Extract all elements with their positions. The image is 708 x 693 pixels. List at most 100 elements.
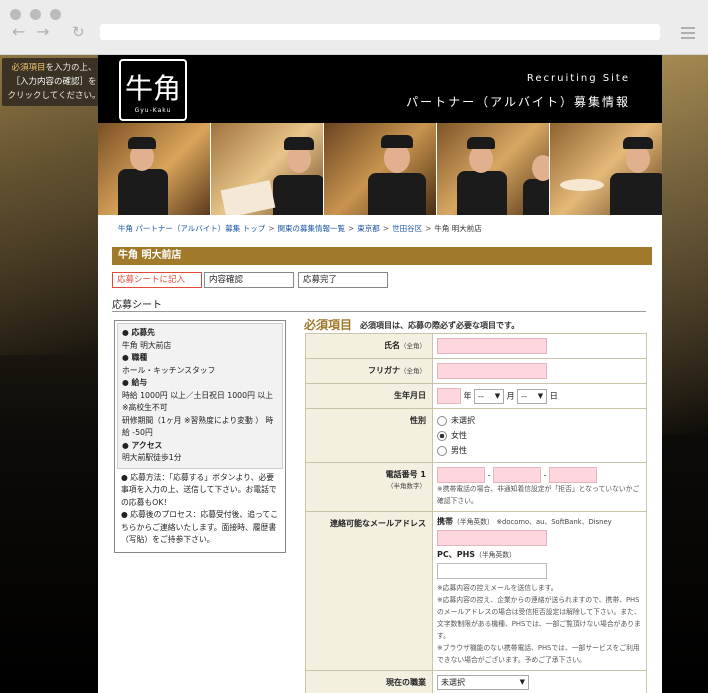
dob-day-value: -- [521, 391, 527, 401]
form-label: フリガナ（全角） [305, 358, 433, 384]
info-label: ● 職種 [122, 353, 148, 362]
phone-dash: - [543, 470, 547, 480]
hamburger-menu-icon[interactable] [681, 27, 695, 42]
radio-checked-icon [437, 430, 447, 441]
info-value: 明大前駅徒歩1分 [122, 453, 182, 462]
email-label: 連絡可能なメールアドレス [330, 519, 426, 528]
dob-year-input[interactable] [437, 388, 461, 404]
dob-day-unit: 日 [549, 391, 558, 401]
pc-email-sub: （半角英数） [475, 551, 516, 559]
forward-arrow-icon[interactable]: → [36, 23, 49, 41]
breadcrumb-link[interactable]: 牛角 パートナー（アルバイト）募集 トップ [118, 224, 265, 233]
instruction-text: クリックしてください。 [7, 91, 101, 101]
application-form: 氏名（全角） フリガナ（全角） 生年月日 年 -- ▼ 月 -- ▼ 日 性別 未選… [305, 333, 647, 693]
pc-email-label: PC、PHS [437, 550, 476, 559]
gyukaku-logo[interactable]: 牛角 Gyu-Kaku [119, 59, 187, 121]
store-name-heading: 牛角 明大前店 [112, 247, 652, 265]
browser-toolbar: ← → ↻ [0, 0, 708, 55]
current-job-select[interactable]: 未選択 ▼ [437, 675, 529, 690]
email-note: ※応募内容の控えメールを送信します。 [437, 584, 558, 592]
gender-option-female[interactable]: 女性 [437, 428, 642, 443]
gender-option-label: 女性 [451, 431, 467, 440]
gender-option-label: 男性 [451, 446, 467, 455]
name-label: 氏名 [384, 341, 400, 350]
window-dot[interactable] [50, 9, 61, 20]
gender-option-male[interactable]: 男性 [437, 443, 642, 458]
instruction-em: ［入力内容の確認］ [11, 77, 88, 87]
recruiting-site-label: Recruiting Site [526, 73, 630, 84]
pc-email-input[interactable] [437, 563, 547, 579]
back-arrow-icon[interactable]: ← [12, 23, 25, 41]
window-dot[interactable] [10, 9, 21, 20]
staff-photo [98, 123, 210, 215]
instruction-text: を入力の上、 [45, 63, 97, 73]
mobile-email-input[interactable] [437, 530, 547, 546]
phone-label: 電話番号 1 [385, 470, 426, 479]
email-note: ※応募内容の控え、企業からの連絡が送られますので、携帯、PHSのメールアドレスの… [437, 596, 641, 640]
gender-label: 性別 [410, 416, 426, 425]
step-confirm: 内容確認 [204, 272, 294, 288]
form-label: 現在の職業 [305, 670, 433, 693]
chevron-down-icon: ▼ [537, 391, 544, 400]
mobile-carriers: ※docomo、au、SoftBank、Disney [496, 518, 612, 526]
mobile-email-sub: （半角英数） [453, 518, 494, 526]
required-title: 必須項目 [304, 318, 353, 332]
phone-input-2[interactable] [492, 467, 541, 483]
staff-photo [550, 123, 662, 215]
current-job-label: 現在の職業 [386, 678, 426, 687]
kana-input[interactable] [437, 363, 547, 379]
form-label: 性別 [305, 408, 433, 463]
form-label: 生年月日 [305, 383, 433, 409]
info-label: ● 応募先 [122, 328, 155, 337]
staff-photo [324, 123, 436, 215]
window-dot[interactable] [30, 9, 41, 20]
logo-text: 牛角 [124, 71, 181, 105]
email-note: ※ブラウザ機能のない携帯電話、PHSでは、一部サービスをご利用できない場合がござ… [437, 644, 640, 664]
breadcrumb: 牛角 パートナー（アルバイト）募集 トップ > 関東の募集情報一覧 > 東京都 > 世田谷区… [118, 223, 482, 234]
job-info-box: ● 応募先 牛角 明大前店 ● 職種 ホール・キッチンスタッフ ● 給与 時給 … [114, 320, 286, 553]
mobile-email-label: 携帯 [437, 517, 453, 526]
instruction-note: 必須項目を入力の上、 ［入力内容の確認］を クリックしてください。 [2, 58, 106, 106]
dob-month-select[interactable]: -- ▼ [474, 388, 505, 404]
current-job-value: 未選択 [441, 678, 465, 687]
dob-year-unit: 年 [463, 391, 472, 401]
phone-input-1[interactable] [437, 467, 485, 483]
application-notes: ● 応募方法：「応募する」ボタンより、必要事項を入力の上、送信して下さい。お電話… [117, 469, 283, 550]
logo-sub: Gyu-Kaku [134, 106, 172, 114]
info-label: ● 給与 [122, 378, 148, 387]
info-label: ● アクセス [122, 440, 163, 450]
info-value: 研修期間（1ヶ月 ※習熟度により変動 ） 時給 -50円 [122, 415, 274, 438]
staff-photo [211, 123, 323, 215]
breadcrumb-separator: > [425, 224, 432, 233]
name-sub: （全角） [400, 342, 426, 350]
gender-option-none[interactable]: 未選択 [437, 413, 642, 428]
breadcrumb-current: 牛角 明大前店 [434, 224, 482, 233]
info-value: ホール・キッチンスタッフ [122, 365, 216, 375]
dob-month-unit: 月 [506, 391, 515, 401]
name-input[interactable] [437, 338, 547, 354]
reload-icon[interactable]: ↻ [72, 23, 85, 41]
breadcrumb-separator: > [268, 224, 275, 233]
breadcrumb-link[interactable]: 関東の募集情報一覧 [278, 224, 346, 233]
address-bar[interactable] [100, 24, 660, 40]
form-label: 電話番号 1 （半角数字） [305, 462, 433, 512]
breadcrumb-link[interactable]: 世田谷区 [392, 224, 422, 233]
breadcrumb-link[interactable]: 東京都 [357, 224, 380, 233]
info-value: 牛角 明大前店 [122, 340, 172, 350]
form-label: 氏名（全角） [305, 333, 433, 359]
section-title: 応募シート [112, 300, 162, 311]
dob-day-select[interactable]: -- ▼ [517, 388, 548, 404]
breadcrumb-separator: > [348, 224, 355, 233]
dob-month-value: -- [478, 391, 484, 401]
info-value: 時給 1000円 以上／土日祝日 1000円 以上 [122, 390, 273, 400]
phone-note: ※携帯電話の場合、非通知着信設定が「拒否」となっていないかご確認下さい。 [437, 485, 640, 505]
phone-sub: （半角数字） [387, 482, 426, 490]
kana-sub: （全角） [400, 367, 426, 375]
phone-dash: - [487, 470, 491, 480]
gender-option-label: 未選択 [451, 416, 475, 425]
kana-label: フリガナ [368, 366, 400, 375]
phone-input-3[interactable] [548, 467, 597, 483]
form-label: 連絡可能なメールアドレス [305, 511, 433, 671]
section-divider [112, 311, 646, 312]
chevron-down-icon: ▼ [494, 391, 501, 400]
